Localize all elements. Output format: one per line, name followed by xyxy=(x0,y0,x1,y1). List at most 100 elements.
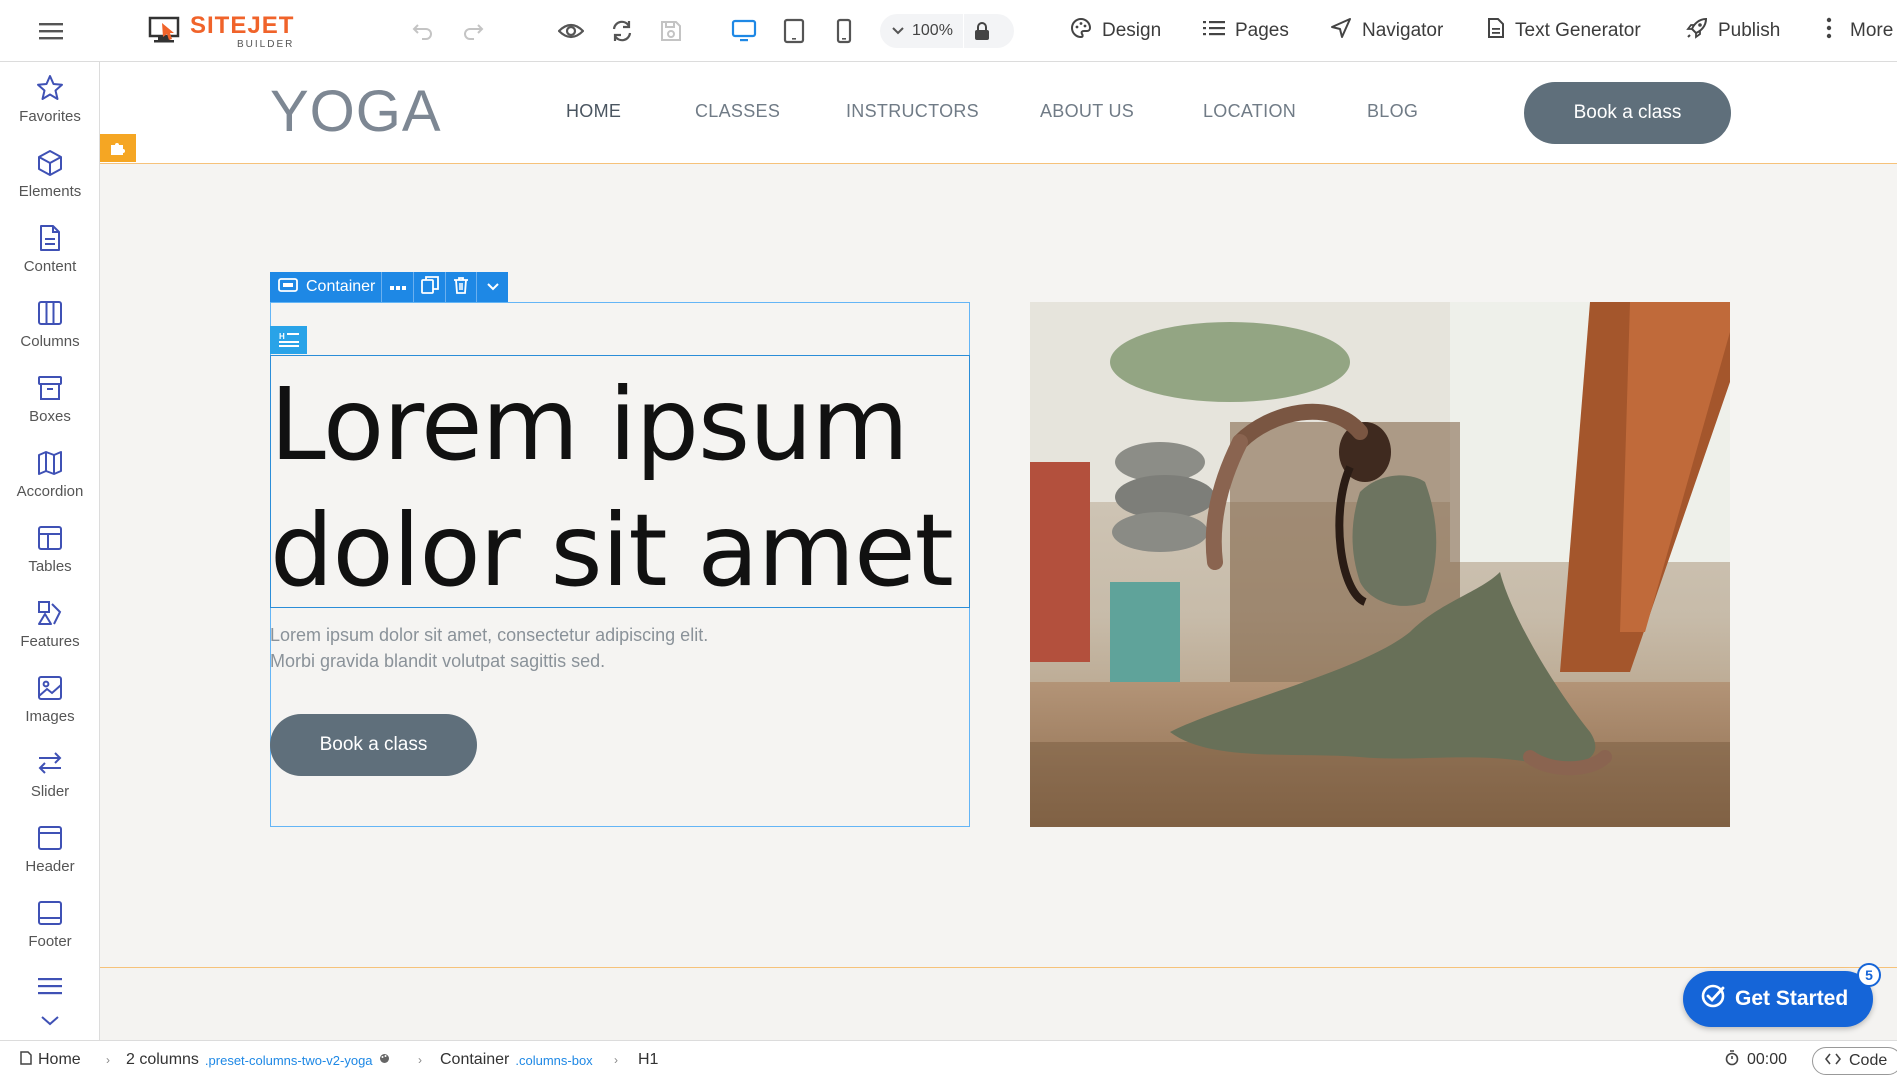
pages-label: Pages xyxy=(1235,20,1289,41)
sidebar-item-images[interactable]: Images xyxy=(0,674,100,744)
sidebar-label: Footer xyxy=(28,933,72,950)
site-nav-home[interactable]: HOME xyxy=(566,101,621,122)
sidebar-label: Boxes xyxy=(29,408,71,425)
publish-label: Publish xyxy=(1718,20,1781,41)
map-icon xyxy=(36,449,64,477)
sidebar-item-features[interactable]: Features xyxy=(0,599,100,669)
breadcrumb-h1-label: H1 xyxy=(638,1051,659,1068)
redo-icon[interactable] xyxy=(458,16,488,46)
breadcrumb-home[interactable]: Home xyxy=(20,1041,81,1078)
sidebar-label: Images xyxy=(25,708,75,725)
mobile-view-icon[interactable] xyxy=(828,15,860,47)
sidebar-label: Content xyxy=(23,258,77,275)
navigator-button[interactable]: Navigator xyxy=(1330,14,1443,48)
check-circle-icon xyxy=(1701,984,1725,1014)
breadcrumb-home-label: Home xyxy=(38,1051,81,1068)
code-button[interactable]: Code xyxy=(1812,1047,1897,1075)
session-timer: 00:00 xyxy=(1725,1041,1787,1078)
features-icon xyxy=(36,599,64,627)
timer-value: 00:00 xyxy=(1747,1051,1788,1068)
monitor-logo-icon xyxy=(148,15,182,50)
container-label: Container xyxy=(306,278,376,295)
chevron-down-icon xyxy=(486,278,499,296)
zoom-value: 100% xyxy=(912,22,953,39)
copy-icon xyxy=(420,275,439,299)
section-puzzle-icon[interactable] xyxy=(100,134,136,162)
breadcrumb-container[interactable]: Container .columns-box xyxy=(440,1041,593,1078)
hero-paragraph-line-1: Lorem ipsum dolor sit amet, consectetur … xyxy=(270,625,709,645)
hero-book-class-button[interactable]: Book a class xyxy=(270,714,477,776)
sidebar-item-footer[interactable]: Footer xyxy=(0,899,100,969)
design-label: Design xyxy=(1102,20,1162,41)
site-nav-location[interactable]: LOCATION xyxy=(1203,101,1296,122)
container-options-button[interactable] xyxy=(382,272,414,302)
editor-canvas[interactable]: YOGA HOME CLASSES INSTRUCTORS ABOUT US L… xyxy=(100,62,1897,1040)
site-nav-classes[interactable]: CLASSES xyxy=(695,101,780,122)
undo-icon[interactable] xyxy=(408,16,438,46)
site-nav-about-us[interactable]: ABOUT US xyxy=(1040,101,1134,122)
sidebar-item-header[interactable]: Header xyxy=(0,824,100,894)
site-nav-blog[interactable]: BLOG xyxy=(1367,101,1418,122)
site-nav-instructors[interactable]: INSTRUCTORS xyxy=(846,101,979,122)
star-icon xyxy=(36,74,64,102)
section-border-bottom xyxy=(100,967,1897,968)
hero-paragraph[interactable]: Lorem ipsum dolor sit amet, consectetur … xyxy=(270,622,870,674)
navigator-label: Navigator xyxy=(1362,20,1444,41)
sidebar-item-accordion[interactable]: Accordion xyxy=(0,449,100,519)
refresh-icon[interactable] xyxy=(606,15,638,47)
container-delete-button[interactable] xyxy=(446,272,477,302)
chevron-down-icon[interactable] xyxy=(892,27,904,35)
save-icon[interactable] xyxy=(655,15,687,47)
site-logo[interactable]: YOGA xyxy=(270,78,442,145)
container-duplicate-button[interactable] xyxy=(414,272,446,302)
sidebar-item-boxes[interactable]: Boxes xyxy=(0,374,100,444)
yoga-photo[interactable] xyxy=(1030,302,1730,827)
box-icon xyxy=(36,374,64,402)
sidebar-item-content[interactable]: Content xyxy=(0,224,100,294)
palette-small-icon xyxy=(379,1051,390,1069)
header-icon xyxy=(36,824,64,852)
sidebar-label: Favorites xyxy=(19,108,81,125)
sidebar-more-list-icon[interactable] xyxy=(0,976,100,996)
get-started-button[interactable]: Get Started xyxy=(1683,971,1873,1027)
list-icon xyxy=(1203,19,1225,43)
lock-icon[interactable] xyxy=(974,21,990,41)
preview-eye-icon[interactable] xyxy=(555,15,587,47)
more-button[interactable]: More xyxy=(1826,14,1893,48)
breadcrumb-columns-label: 2 columns xyxy=(126,1051,199,1068)
more-vertical-icon xyxy=(1826,17,1832,45)
header-book-class-button[interactable]: Book a class xyxy=(1524,82,1731,144)
sidebar-item-slider[interactable]: Slider xyxy=(0,749,100,819)
sidebar-item-elements[interactable]: Elements xyxy=(0,149,100,219)
get-started-count-badge: 5 xyxy=(1857,963,1881,987)
tablet-view-icon[interactable] xyxy=(778,15,810,47)
hamburger-menu-icon[interactable] xyxy=(36,17,66,45)
columns-icon xyxy=(36,299,64,327)
sidebar-item-favorites[interactable]: Favorites xyxy=(0,74,100,144)
container-select-button[interactable]: Container xyxy=(270,272,382,302)
breadcrumb-columns[interactable]: 2 columns .preset-columns-two-v2-yoga xyxy=(126,1041,390,1078)
element-sidebar: Favorites Elements Content Columns Boxes… xyxy=(0,62,100,1040)
sidebar-item-columns[interactable]: Columns xyxy=(0,299,100,369)
sidebar-scroll-down-chevron-icon[interactable] xyxy=(0,1016,100,1026)
more-horizontal-icon xyxy=(389,278,406,296)
site-header[interactable]: YOGA HOME CLASSES INSTRUCTORS ABOUT US L… xyxy=(100,62,1897,163)
text-generator-button[interactable]: Text Generator xyxy=(1487,14,1641,48)
hero-heading[interactable]: Lorem ipsum dolor sit amet xyxy=(270,362,960,614)
pages-button[interactable]: Pages xyxy=(1203,14,1289,48)
sidebar-label: Tables xyxy=(28,558,72,575)
desktop-view-icon[interactable] xyxy=(728,15,760,47)
design-button[interactable]: Design xyxy=(1070,14,1161,48)
page-icon xyxy=(20,1050,32,1070)
hero-heading-line-1: Lorem ipsum xyxy=(270,366,909,483)
sidebar-label: Header xyxy=(25,858,75,875)
section-border-top xyxy=(100,163,1897,164)
sidebar-item-tables[interactable]: Tables xyxy=(0,524,100,594)
publish-button[interactable]: Publish xyxy=(1686,14,1780,48)
heading-element-badge-icon[interactable]: H xyxy=(270,326,307,354)
app-sub: BUILDER xyxy=(237,39,295,50)
sitejet-logo: SITEJET BUILDER xyxy=(148,14,294,50)
breadcrumb-h1[interactable]: H1 xyxy=(638,1041,658,1078)
zoom-control[interactable]: 100% xyxy=(880,14,1014,48)
container-expand-button[interactable] xyxy=(477,272,508,302)
